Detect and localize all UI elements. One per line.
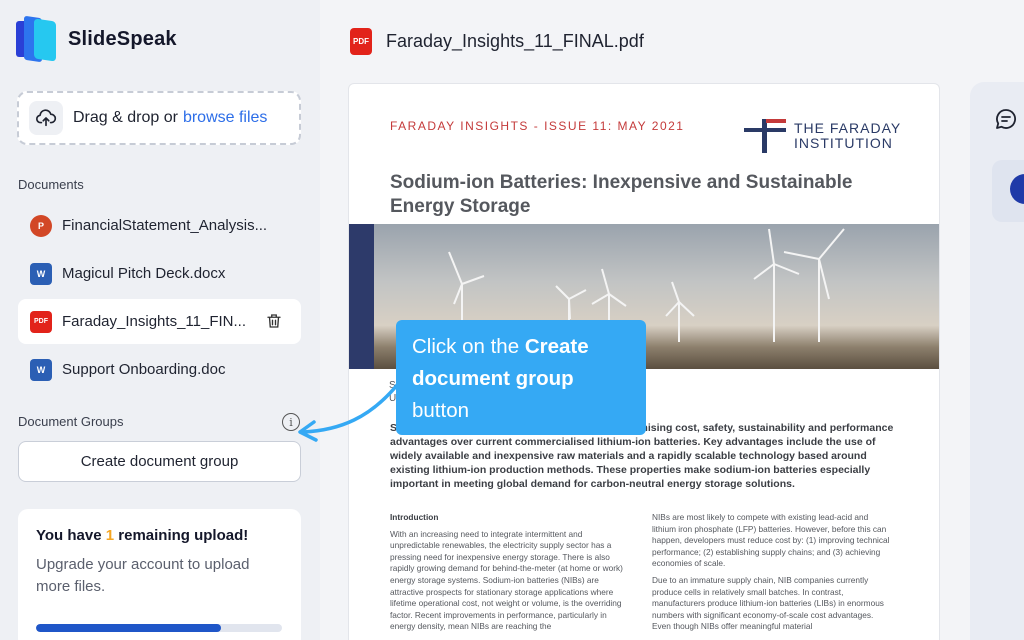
app-name: SlideSpeak [68, 27, 177, 50]
slidespeak-logo [16, 15, 60, 63]
upgrade-card: You have 1 remaining upload! Upgrade you… [18, 509, 301, 640]
progress-fill [36, 624, 221, 632]
pointer-arrow-icon [298, 382, 400, 442]
create-document-group-button[interactable]: Create document group [18, 441, 301, 482]
upload-usage-progress [36, 624, 282, 632]
chat-message-card [992, 160, 1024, 222]
body-column-2: NIBs are most likely to compete with exi… [652, 512, 892, 638]
chat-panel [970, 82, 1024, 640]
remaining-count: 1 [105, 527, 115, 544]
chat-icon[interactable] [994, 107, 1018, 131]
document-item-pitch-deck[interactable]: W Magicul Pitch Deck.docx [18, 251, 301, 296]
powerpoint-icon: P [30, 214, 52, 237]
document-item-support-onboarding[interactable]: W Support Onboarding.doc [18, 347, 301, 392]
document-title: Sodium-ion Batteries: Inexpensive and Su… [390, 172, 853, 217]
word-icon: W [30, 262, 52, 285]
document-groups-heading: Document Groups [18, 414, 124, 429]
body-paragraph: NIBs are most likely to compete with exi… [652, 512, 890, 569]
upload-dropzone[interactable]: Drag & drop or browse files [17, 91, 301, 145]
sidebar: SlideSpeak Drag & drop or browse files Do… [0, 0, 320, 640]
body-paragraph: With an increasing need to integrate int… [390, 528, 623, 632]
upgrade-description: Upgrade your account to upload more file… [36, 556, 250, 595]
issue-label: FARADAY INSIGHTS - ISSUE 11: MAY 2021 [390, 119, 685, 133]
document-label: Support Onboarding.doc [62, 361, 226, 378]
remaining-uploads-title: You have 1 remaining upload! [36, 527, 249, 544]
intro-heading: Introduction [390, 512, 439, 522]
faraday-institution-logo: THE FARADAY INSTITUTION [744, 119, 901, 153]
upload-text: Drag & drop or browse files [73, 109, 268, 126]
pdf-icon: PDF [350, 28, 372, 55]
avatar [1010, 174, 1024, 204]
file-header: PDF Faraday_Insights_11_FINAL.pdf [350, 28, 644, 55]
document-label: Magicul Pitch Deck.docx [62, 265, 226, 282]
pdf-icon: PDF [30, 310, 52, 333]
document-item-faraday-insights[interactable]: PDF Faraday_Insights_11_FIN... [18, 299, 301, 344]
documents-heading: Documents [18, 177, 84, 192]
file-title: Faraday_Insights_11_FINAL.pdf [386, 31, 644, 51]
trash-icon[interactable] [265, 312, 283, 330]
faraday-mark-icon [744, 119, 786, 153]
brand[interactable]: SlideSpeak [16, 15, 177, 63]
word-icon: W [30, 358, 52, 381]
body-paragraph: Due to an immature supply chain, NIB com… [652, 574, 884, 632]
document-item-financial-statement[interactable]: P FinancialStatement_Analysis... [18, 203, 301, 248]
document-label: FinancialStatement_Analysis... [62, 217, 268, 234]
tutorial-tooltip: Click on the Create document group butto… [396, 320, 646, 435]
document-label: Faraday_Insights_11_FIN... [62, 313, 246, 330]
body-column-1: Introduction With an increasing need to … [390, 512, 630, 638]
cloud-upload-icon [29, 101, 63, 135]
browse-files-link[interactable]: browse files [183, 109, 267, 126]
